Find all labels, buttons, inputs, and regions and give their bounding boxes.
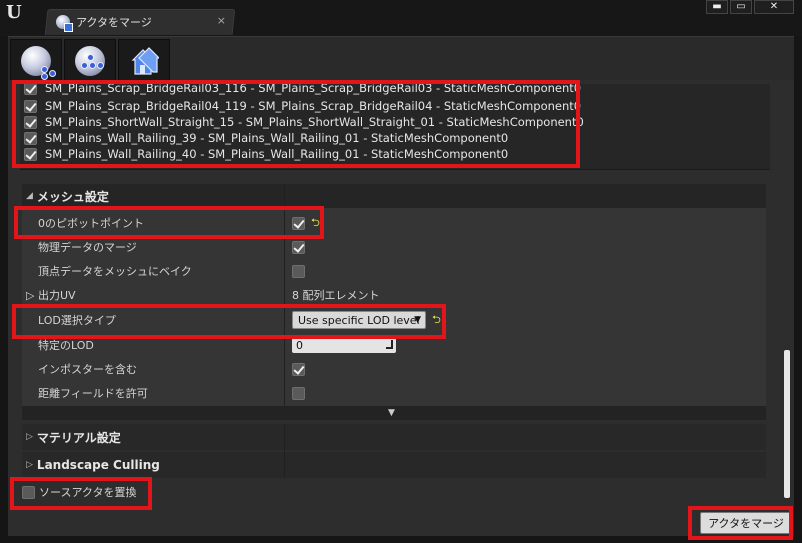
instancing-mode-button[interactable] xyxy=(118,39,170,81)
component-checkbox[interactable] xyxy=(24,147,37,161)
specific-lod-input[interactable]: 0 xyxy=(292,337,396,353)
resize-grip-icon xyxy=(386,339,393,349)
merge-physics-row: 物理データのマージ xyxy=(22,235,766,259)
replace-source-checkbox[interactable] xyxy=(22,485,35,499)
specific-lod-label: 特定のLOD xyxy=(38,339,94,352)
bake-vertex-checkbox[interactable] xyxy=(292,264,305,278)
section-title: マテリアル設定 xyxy=(36,430,121,445)
distance-field-label: 距離フィールドを許可 xyxy=(38,387,148,400)
proxy-dot-icon xyxy=(89,62,96,69)
component-checkbox[interactable] xyxy=(24,84,37,95)
list-item[interactable]: SM_Plains_Scrap_BridgeRail03_116 - SM_Pl… xyxy=(20,84,760,96)
merge-actors-mode-button[interactable] xyxy=(10,39,62,81)
component-checkbox[interactable] xyxy=(24,99,37,113)
merge-dot-icon xyxy=(41,66,48,73)
component-checkbox[interactable] xyxy=(24,131,37,145)
mesh-settings-header[interactable]: ◢ メッシュ設定 xyxy=(22,184,766,208)
bake-vertex-label: 頂点データをメッシュにベイク xyxy=(38,265,192,278)
instancing-icon xyxy=(131,47,159,75)
list-item[interactable]: SM_Plains_ShortWall_Straight_15 - SM_Pla… xyxy=(20,114,760,130)
collapse-triangle-icon: ◢ xyxy=(26,191,33,201)
dropdown-arrow-icon: ▼ xyxy=(414,315,421,325)
section-title: メッシュ設定 xyxy=(36,189,109,204)
list-item-label: SM_Plains_ShortWall_Straight_15 - SM_Pla… xyxy=(45,115,584,129)
merge-physics-label: 物理データのマージ xyxy=(38,241,137,254)
column-splitter[interactable] xyxy=(284,424,285,478)
pivot-zero-checkbox[interactable] xyxy=(292,216,305,230)
expand-arrow-icon: ▼ xyxy=(388,408,395,418)
output-uv-value: 8 配列エレメント xyxy=(292,289,380,302)
output-uv-text: 出力UV xyxy=(37,289,76,302)
list-item[interactable]: SM_Plains_Scrap_BridgeRail04_119 - SM_Pl… xyxy=(20,98,760,114)
list-item[interactable]: SM_Plains_Wall_Railing_40 - SM_Plains_Wa… xyxy=(20,146,760,162)
proxy-dot-icon xyxy=(97,62,104,69)
advanced-expand-bar[interactable]: ▼ xyxy=(22,406,766,420)
expand-triangle-icon: ▷ xyxy=(26,432,33,442)
proxy-mesh-icon xyxy=(75,46,105,76)
list-item-label: SM_Plains_Wall_Railing_39 - SM_Plains_Wa… xyxy=(45,131,509,145)
list-item[interactable]: SM_Plains_Wall_Railing_39 - SM_Plains_Wa… xyxy=(20,130,760,146)
bake-vertex-row: 頂点データをメッシュにベイク xyxy=(22,259,766,283)
list-item-label: SM_Plains_Scrap_BridgeRail03_116 - SM_Pl… xyxy=(45,84,582,95)
title-bar: U アクタをマージ × ▬ ▭ ✕ xyxy=(0,0,802,36)
specific-lod-row: 特定のLOD 0 xyxy=(22,333,766,357)
lod-type-label: LOD選択タイプ xyxy=(38,314,116,327)
merge-panel: SM_Plains_Scrap_BridgeRail03_116 - SM_Pl… xyxy=(8,80,794,536)
proxy-mesh-mode-button[interactable] xyxy=(64,39,116,81)
merge-dot-icon xyxy=(49,70,56,77)
merge-dot-icon xyxy=(41,73,48,80)
landscape-culling-header[interactable]: ▷ Landscape Culling xyxy=(22,452,766,478)
proxy-dot-icon xyxy=(81,62,88,69)
unreal-logo-icon: U xyxy=(6,2,22,23)
proxy-dot-icon xyxy=(87,54,94,61)
component-checkbox[interactable] xyxy=(24,115,37,129)
pivot-zero-label: 0のピボットポイント xyxy=(38,217,144,230)
reset-to-default-icon[interactable]: ⮌ xyxy=(432,311,441,330)
material-settings-header[interactable]: ▷ マテリアル設定 xyxy=(22,424,766,450)
lod-type-row: LOD選択タイプ Use specific LOD level ▼ ⮌ xyxy=(22,308,766,332)
merge-physics-checkbox[interactable] xyxy=(292,240,305,254)
section-title: Landscape Culling xyxy=(36,458,160,472)
minimize-button[interactable]: ▬ xyxy=(706,0,728,14)
merge-actors-button[interactable]: アクタをマージ xyxy=(700,512,792,534)
toolbar xyxy=(8,36,794,81)
specific-lod-value: 0 xyxy=(296,338,303,352)
distance-field-row: 距離フィールドを許可 xyxy=(22,381,766,405)
scrollbar[interactable] xyxy=(784,350,790,498)
maximize-button[interactable]: ▭ xyxy=(730,0,752,14)
tab-close-icon[interactable]: × xyxy=(217,14,226,27)
include-imposters-label: インポスターを含む xyxy=(38,363,137,376)
component-list: SM_Plains_Scrap_BridgeRail03_116 - SM_Pl… xyxy=(20,84,770,170)
tab-label: アクタをマージ xyxy=(76,16,152,29)
reset-to-default-icon[interactable]: ⮌ xyxy=(311,214,320,233)
replace-source-label: ソースアクタを置換 xyxy=(39,486,137,499)
list-item-label: SM_Plains_Wall_Railing_40 - SM_Plains_Wa… xyxy=(45,147,509,161)
output-uv-row[interactable]: ▷ 出力UV 8 配列エレメント xyxy=(22,283,766,307)
lod-type-dropdown[interactable]: Use specific LOD level ▼ xyxy=(292,311,426,329)
distance-field-checkbox[interactable] xyxy=(292,386,305,400)
window-controls: ▬ ▭ ✕ xyxy=(706,0,794,14)
include-imposters-row: インポスターを含む xyxy=(22,357,766,381)
pivot-zero-row: 0のピボットポイント ⮌ xyxy=(22,211,766,235)
lod-type-value: Use specific LOD level xyxy=(298,313,420,327)
tab-merge-actors[interactable]: アクタをマージ × xyxy=(52,10,232,34)
merge-actors-tab-icon xyxy=(56,15,73,32)
list-item-label: SM_Plains_Scrap_BridgeRail04_119 - SM_Pl… xyxy=(45,99,582,113)
close-button[interactable]: ✕ xyxy=(754,0,794,14)
output-uv-label: ▷ 出力UV xyxy=(26,289,76,302)
replace-source-option[interactable]: ソースアクタを置換 xyxy=(22,484,136,500)
include-imposters-checkbox[interactable] xyxy=(292,362,305,376)
expand-triangle-icon: ▷ xyxy=(26,460,33,470)
